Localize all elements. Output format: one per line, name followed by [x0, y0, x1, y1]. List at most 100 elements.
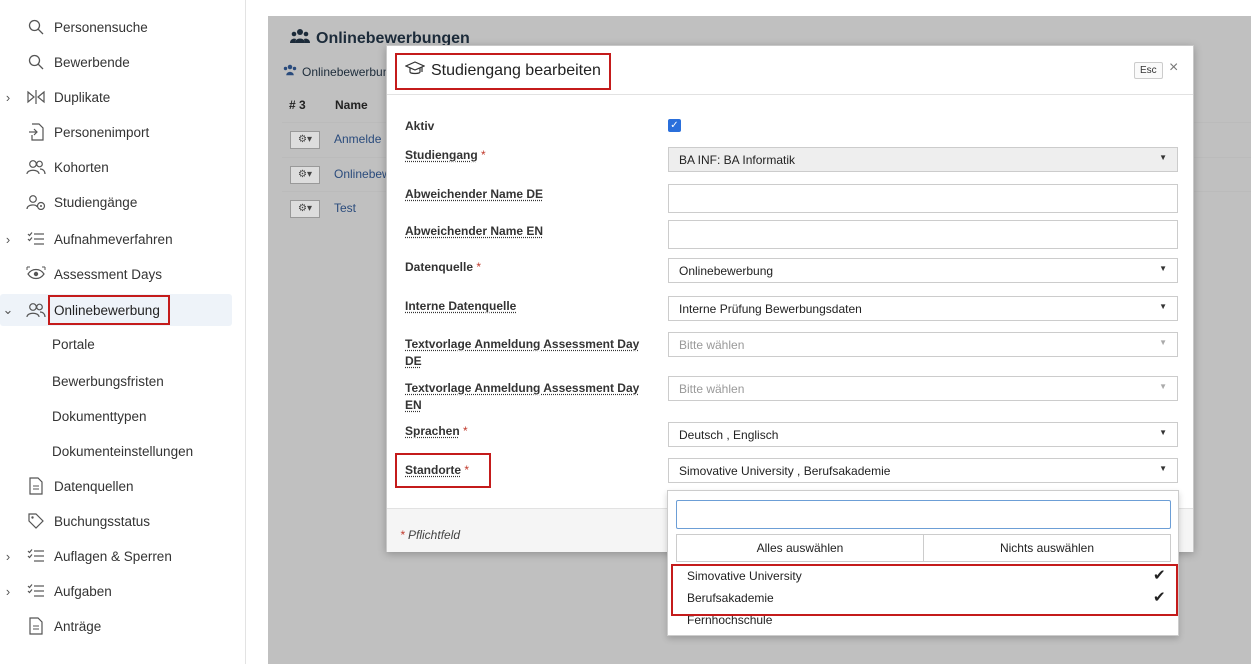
chevron-right-icon[interactable]: › [2, 232, 14, 247]
checkmark-icon: ✔ [1153, 567, 1166, 584]
chevron-right-icon[interactable]: › [2, 549, 14, 564]
sidebar-item-assessment-days[interactable]: Assessment Days [0, 258, 232, 290]
graduation-cap-icon [404, 60, 426, 81]
select-all-button[interactable]: Alles auswählen [676, 534, 924, 562]
sprachen-value: Deutsch , Englisch [679, 428, 779, 442]
name-de-input[interactable] [668, 184, 1178, 213]
standorte-dropdown: Alles auswählen Nichts auswählen Simovat… [667, 490, 1179, 636]
sidebar-item-duplikate[interactable]: › Duplikate [0, 81, 232, 113]
studiengang-label: Studiengang * [405, 148, 486, 162]
sidebar-item-dokumenttypen[interactable]: Dokumenttypen [0, 400, 232, 432]
standorte-label: Standorte * [405, 463, 470, 477]
dropdown-option[interactable]: Simovative University ✔ [668, 565, 1178, 587]
edit-course-dialog: Studiengang bearbeiten Esc × Aktiv ✓ Stu… [386, 45, 1194, 552]
search-icon [26, 17, 46, 37]
datenquelle-select[interactable]: Onlinebewerbung ▼ [668, 258, 1178, 283]
caret-down-icon: ▼ [1159, 302, 1167, 311]
chevron-right-icon[interactable]: › [2, 584, 14, 599]
sidebar-item-antraege[interactable]: Anträge [0, 610, 232, 642]
caret-down-icon: ▼ [1159, 464, 1167, 473]
sidebar-item-bewerbende[interactable]: Bewerbende [0, 46, 232, 78]
sidebar-item-label: Portale [52, 336, 95, 352]
sidebar-item-label: Bewerbende [54, 54, 130, 70]
import-icon [26, 122, 46, 142]
sidebar-item-bewerbungsfristen[interactable]: Bewerbungsfristen [0, 365, 232, 397]
sprachen-label: Sprachen * [405, 424, 468, 438]
breadcrumb[interactable]: Onlinebewerbun [282, 64, 389, 79]
sidebar-item-onlinebewerbung[interactable]: ⌄ Onlinebewerbung [0, 294, 232, 326]
sidebar-item-label: Datenquellen [54, 478, 134, 494]
name-de-label: Abweichender Name DE [405, 187, 544, 201]
sidebar-item-buchungsstatus[interactable]: Buchungsstatus [0, 505, 232, 537]
breadcrumb-label: Onlinebewerbun [302, 64, 390, 79]
compare-icon [26, 87, 46, 107]
users-icon [26, 300, 46, 320]
gear-icon[interactable]: ⚙▾ [290, 131, 320, 149]
esc-key-hint[interactable]: Esc [1134, 62, 1163, 79]
sidebar-item-label: Buchungsstatus [54, 513, 151, 529]
eye-target-icon [26, 264, 46, 284]
sidebar-item-label: Dokumenteinstellungen [52, 443, 194, 459]
option-label: Fernhochschule [687, 613, 773, 627]
sidebar-item-label: Kohorten [54, 159, 109, 175]
users-icon [282, 64, 298, 79]
caret-down-icon: ▼ [1159, 153, 1167, 162]
interne-datenquelle-select[interactable]: Interne Prüfung Bewerbungsdaten ▼ [668, 296, 1178, 321]
checkmark-icon: ✔ [1153, 589, 1166, 606]
sidebar-item-label: Onlinebewerbung [54, 302, 160, 318]
sidebar-item-aufnahmeverfahren[interactable]: › Aufnahmeverfahren [0, 223, 232, 255]
textvorlage-en-select[interactable]: Bitte wählen ▼ [668, 376, 1178, 401]
checklist-icon [26, 581, 46, 601]
dialog-header: Studiengang bearbeiten Esc × [387, 46, 1193, 95]
interne-datenquelle-value: Interne Prüfung Bewerbungsdaten [679, 302, 862, 316]
option-label: Berufsakademie [687, 591, 774, 605]
datenquelle-label: Datenquelle * [405, 260, 482, 274]
sidebar-item-label: Duplikate [54, 89, 111, 105]
gear-icon[interactable]: ⚙▾ [290, 200, 320, 218]
textvorlage-de-label: Textvorlage Anmeldung Assessment Day DE [405, 337, 640, 368]
interne-datenquelle-label: Interne Datenquelle [405, 299, 517, 313]
table-header-name[interactable]: Name [335, 98, 368, 112]
chevron-right-icon[interactable]: › [2, 90, 14, 105]
select-none-button[interactable]: Nichts auswählen [924, 534, 1171, 562]
table-cell-name[interactable]: Anmelde [334, 132, 381, 146]
sidebar-item-studiengaenge[interactable]: Studiengänge [0, 186, 232, 218]
studiengang-select[interactable]: BA INF: BA Informatik ▼ [668, 147, 1178, 172]
search-icon [26, 52, 46, 72]
sidebar-item-kohorten[interactable]: Kohorten [0, 151, 232, 183]
standorte-select[interactable]: Simovative University , Berufsakademie ▼ [668, 458, 1178, 483]
sidebar-item-aufgaben[interactable]: › Aufgaben [0, 575, 232, 607]
dropdown-actions: Alles auswählen Nichts auswählen [676, 534, 1171, 562]
sprachen-select[interactable]: Deutsch , Englisch ▼ [668, 422, 1178, 447]
table-cell-name[interactable]: Onlinebew [334, 167, 391, 181]
dropdown-search-input[interactable] [676, 500, 1171, 529]
check-icon: ✓ [670, 120, 679, 131]
sidebar-item-personensuche[interactable]: Personensuche [0, 11, 232, 43]
sidebar-item-auflagen-sperren[interactable]: › Auflagen & Sperren [0, 540, 232, 572]
checklist-icon [26, 546, 46, 566]
chevron-down-icon[interactable]: ⌄ [2, 302, 14, 318]
sidebar-item-datenquellen[interactable]: Datenquellen [0, 470, 232, 502]
sidebar-item-dokumenteinstellungen[interactable]: Dokumenteinstellungen [0, 435, 232, 467]
tag-icon [26, 511, 46, 531]
document-icon [26, 476, 46, 496]
table-header-count: # 3 [289, 98, 306, 112]
sidebar-item-personenimport[interactable]: Personenimport [0, 116, 232, 148]
name-en-label: Abweichender Name EN [405, 224, 544, 238]
sidebar-item-portale[interactable]: Portale [0, 328, 232, 360]
dropdown-option[interactable]: Berufsakademie ✔ [668, 587, 1178, 609]
gear-icon[interactable]: ⚙▾ [290, 166, 320, 184]
standorte-value: Simovative University , Berufsakademie [679, 464, 891, 478]
studiengang-value: BA INF: BA Informatik [679, 153, 796, 167]
close-icon[interactable]: × [1169, 59, 1178, 77]
aktiv-checkbox[interactable]: ✓ [668, 119, 681, 132]
aktiv-label: Aktiv [405, 119, 435, 133]
textvorlage-de-select[interactable]: Bitte wählen ▼ [668, 332, 1178, 357]
name-en-input[interactable] [668, 220, 1178, 249]
textvorlage-de-placeholder: Bitte wählen [679, 338, 745, 352]
dialog-title-text: Studiengang bearbeiten [431, 61, 601, 79]
textvorlage-en-label: Textvorlage Anmeldung Assessment Day EN [405, 381, 640, 412]
sidebar-item-label: Personensuche [54, 19, 148, 35]
dropdown-option[interactable]: Fernhochschule [668, 609, 1178, 631]
table-cell-name[interactable]: Test [334, 201, 356, 215]
